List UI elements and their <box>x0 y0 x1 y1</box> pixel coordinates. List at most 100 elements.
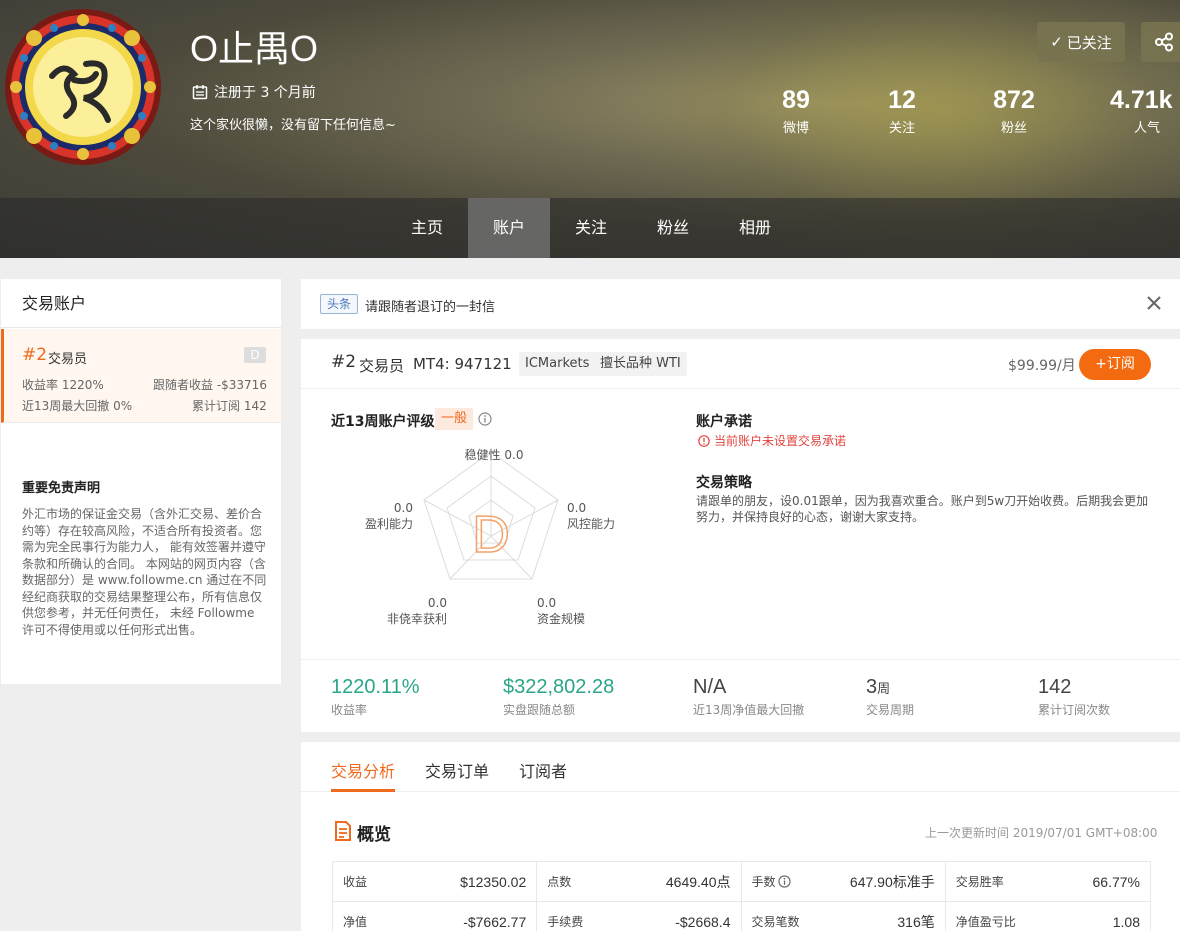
account-card: #2 交易员 MT4: 947121 ICMarkets 擅长品种 WTI $9… <box>301 339 1180 732</box>
document-icon <box>335 821 351 841</box>
cell-value: 1.08 <box>1112 913 1140 930</box>
stat-weibo-count: 89 <box>782 86 810 114</box>
cell-key: 交易笔数 <box>751 915 800 929</box>
strategy-title: 交易策略 <box>696 475 752 491</box>
follow-button-label: 已关注 <box>1066 33 1112 52</box>
radar-capital-value: 0.0 <box>537 596 557 610</box>
radar-profitability: 0.0 盈利能力 <box>357 501 413 532</box>
share-icon <box>1154 32 1173 52</box>
metric-subscriptions: 142 累计订阅次数 <box>1038 676 1110 718</box>
sidebar-title: 交易账户 <box>1 279 281 328</box>
registration-info: 注册于 3 个月前 <box>192 82 316 102</box>
sidebar-account-item[interactable]: #2 交易员 D 收益率 1220% 跟随者收益 -$33716 近13周最大回… <box>1 329 281 423</box>
stat-popularity-count: 4.71k <box>1110 86 1173 114</box>
overview-cell-points: 点数 4649.40点 <box>537 862 742 901</box>
account-rank: #2 <box>22 345 48 365</box>
radar-stability-label: 稳健性 <box>464 448 501 462</box>
metric-trade-period-label: 交易周期 <box>866 703 915 717</box>
follow-button[interactable]: ✓ 已关注 <box>1037 22 1125 62</box>
analysis-tabs: 交易分析 交易订单 订阅者 <box>301 742 1180 792</box>
cell-key: 收益 <box>343 875 368 889</box>
metric-max-drawdown-value: N/A <box>693 676 727 698</box>
stat-fans-count: 872 <box>993 86 1035 114</box>
metric-subscriptions-label: 累计订阅次数 <box>1038 703 1111 717</box>
strategy-text: 请跟单的朋友，设0.01跟单，因为我喜欢重合。账户到5w刀开始收费。后期我会更加… <box>696 494 1149 524</box>
metric-max-drawdown-label: 近13周净值最大回撤 <box>693 703 805 717</box>
stat-following-label: 关注 <box>888 121 915 136</box>
cell-value: $12350.02 <box>460 873 527 890</box>
active-tab-underline <box>331 789 395 792</box>
overview-cell-fees: 手续费 -$2668.4 <box>537 902 742 931</box>
tab-trade-analysis[interactable]: 交易分析 <box>331 758 395 782</box>
overview-cell-profit: 收益 $12350.02 <box>333 862 538 901</box>
radar-stability-value: 0.0 <box>504 448 524 462</box>
profile-nav: 主页 账户 关注 粉丝 相册 <box>0 198 1180 258</box>
stat-following-count: 12 <box>888 86 916 114</box>
rating-radar-chart: D 稳健性 0.0 0.0 风控能力 0.0 资金规模 0.0 非侥幸获利 0.… <box>341 434 681 626</box>
cell-key: 净值 <box>343 915 368 929</box>
stat-popularity[interactable]: 4.71k 人气 <box>1110 86 1180 136</box>
metric-return-rate-label: 收益率 <box>331 703 368 717</box>
cell-key: 手续费 <box>547 915 584 929</box>
tab-subscribers[interactable]: 订阅者 <box>519 758 567 782</box>
card-rank: #2 <box>331 352 357 372</box>
cell-value: -$7662.77 <box>463 913 527 930</box>
grade-badge: D <box>244 347 266 363</box>
tab-home[interactable]: 主页 <box>386 198 468 258</box>
broker-pill: ICMarkets <box>519 352 596 376</box>
bio-text: 这个家伙很懒，没有留下任何信息~ <box>190 118 396 133</box>
radar-capital-label: 资金规模 <box>537 612 586 626</box>
radar-risk-control-value: 0.0 <box>567 501 587 515</box>
account-card-header: #2 交易员 MT4: 947121 ICMarkets 擅长品种 WTI $9… <box>301 339 1180 389</box>
account-subscriptions: 累计订阅 142 <box>192 399 267 413</box>
avatar[interactable] <box>4 8 162 166</box>
cell-value: 647.90标准手 <box>849 873 935 890</box>
headline-link[interactable]: 请跟随者退订的一封信 <box>365 296 495 315</box>
cell-key: 净值盈亏比 <box>955 915 1016 929</box>
close-icon[interactable] <box>1144 293 1164 313</box>
tab-fans[interactable]: 粉丝 <box>632 198 714 258</box>
radar-non-luck-value: 0.0 <box>427 596 447 610</box>
radar-stability: 稳健性 0.0 <box>459 446 529 463</box>
radar-risk-control: 0.0 风控能力 <box>567 501 623 532</box>
radar-grade-letter: D <box>472 506 510 564</box>
metric-trade-period-value: 3 <box>866 676 878 698</box>
metric-follow-total-label: 实盘跟随总额 <box>503 703 576 717</box>
check-icon: ✓ <box>1050 33 1063 51</box>
cell-key: 交易胜率 <box>955 875 1004 889</box>
disclaimer-text: 外汇市场的保证金交易（含外汇交易、差价合约等）存在较高风险，不适合所有投资者。您… <box>22 507 267 637</box>
stat-fans-label: 粉丝 <box>1000 121 1027 136</box>
headline-tag: 头条 <box>320 294 359 314</box>
stat-weibo[interactable]: 89 微博 <box>770 86 822 136</box>
headline-notice: 头条 请跟随者退订的一封信 <box>301 279 1180 329</box>
card-divider <box>301 659 1180 660</box>
metric-trade-period: 3周 交易周期 <box>866 676 914 718</box>
account-return-rate: 收益率 1220% <box>22 378 104 392</box>
subscribe-button[interactable]: +订阅 <box>1079 349 1151 380</box>
stat-following[interactable]: 12 关注 <box>876 86 928 136</box>
promise-warning: 当前账户未设置交易承诺 <box>698 432 846 449</box>
cell-value: 4649.40点 <box>665 873 731 890</box>
share-button[interactable] <box>1141 22 1180 62</box>
radar-risk-control-label: 风控能力 <box>567 517 616 531</box>
stat-fans[interactable]: 872 粉丝 <box>984 86 1044 136</box>
tab-album[interactable]: 相册 <box>714 198 796 258</box>
overview-cell-pl-ratio: 净值盈亏比 1.08 <box>946 902 1150 931</box>
tab-following[interactable]: 关注 <box>550 198 632 258</box>
overview-cell-equity: 净值 -$7662.77 <box>333 902 538 931</box>
metric-follow-total-value: $322,802.28 <box>503 676 615 698</box>
tab-trade-orders[interactable]: 交易订单 <box>425 758 489 782</box>
subscribe-button-label: 订阅 <box>1106 356 1135 372</box>
warning-icon <box>698 434 710 447</box>
info-icon[interactable] <box>478 412 492 426</box>
rating-badge: 一般 <box>435 408 474 430</box>
account-max-drawdown: 近13周最大回撤 0% <box>22 399 133 413</box>
tab-account[interactable]: 账户 <box>468 198 550 258</box>
metric-max-drawdown: N/A 近13周净值最大回撤 <box>693 676 804 718</box>
account-role: 交易员 <box>48 352 88 367</box>
info-icon[interactable] <box>777 875 791 888</box>
rating-title: 近13周账户评级 <box>331 414 435 430</box>
subscription-price: $99.99/月 <box>1008 358 1076 374</box>
table-row: 收益 $12350.02 点数 4649.40点 手数 647.90标准手 交易胜率 6… <box>333 862 1150 902</box>
cell-key: 点数 <box>547 875 572 889</box>
